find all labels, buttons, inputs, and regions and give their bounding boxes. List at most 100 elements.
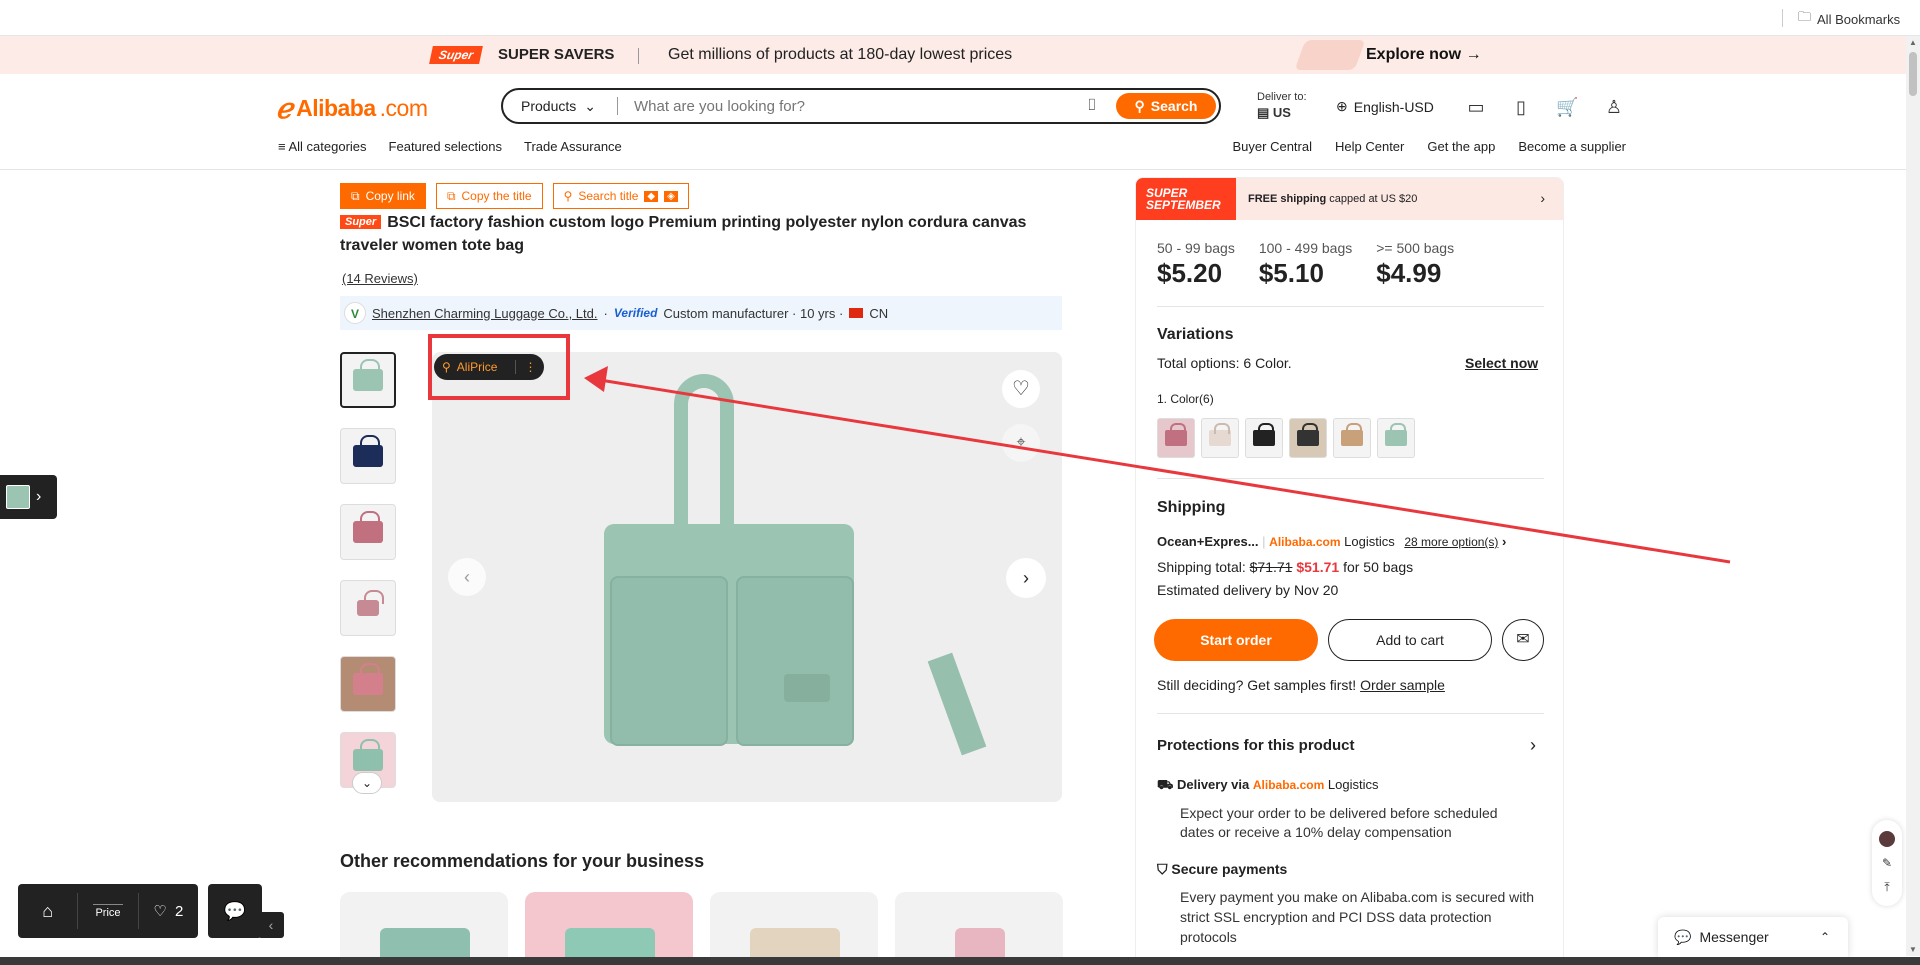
nav-all-categories[interactable]: ≡ All categories	[278, 139, 367, 154]
promo-banner[interactable]: Super SUPER SAVERS Get millions of produ…	[0, 36, 1906, 74]
contact-supplier-mail-icon[interactable]: ✉	[1502, 619, 1544, 661]
search-category-select[interactable]: Products ⌄	[503, 97, 618, 115]
cart-icon[interactable]: 🛒	[1556, 96, 1578, 118]
user-avatar[interactable]	[1879, 830, 1895, 847]
supplier-name-link[interactable]: Shenzhen Charming Luggage Co., Ltd.	[372, 306, 598, 321]
recommendation-card[interactable]	[895, 892, 1063, 965]
messenger-widget[interactable]: 💬 Messenger ⌃	[1658, 917, 1848, 957]
tier-quantity: >= 500 bags	[1376, 240, 1455, 256]
copy-icon: ⧉	[446, 188, 456, 203]
favorites-button[interactable]: ♡ 2	[139, 893, 198, 929]
home-icon[interactable]: ⌂	[18, 893, 79, 929]
deliver-to[interactable]: Deliver to: ▤ US	[1257, 90, 1307, 120]
protections-title[interactable]: Protections for this product	[1157, 737, 1355, 754]
next-image-button[interactable]: ›	[1006, 558, 1046, 598]
color-swatch-black-2[interactable]	[1289, 418, 1327, 458]
scrollbar-thumb[interactable]	[1909, 52, 1917, 96]
bag-strap	[927, 652, 987, 756]
scroll-down-icon[interactable]: ▼	[1909, 945, 1917, 954]
search-category-label: Products	[521, 98, 577, 114]
language-selector[interactable]: ⊕ English-USD	[1336, 98, 1434, 115]
more-options-link[interactable]: 28 more option(s)	[1404, 535, 1498, 549]
copy-link-button[interactable]: ⧉ Copy link	[340, 183, 426, 209]
promo-message: Get millions of products at 180-day lowe…	[668, 46, 1013, 63]
image-search-icon[interactable]: ⌖	[1002, 424, 1040, 462]
alibaba-logo[interactable]: ℯ Alibaba .com	[276, 92, 428, 125]
super-september-banner[interactable]: SUPER SEPTEMBER FREE shipping capped at …	[1136, 178, 1563, 220]
site-logo-icon-2[interactable]: ◈	[664, 190, 678, 202]
supplier-meta: Custom manufacturer · 10 yrs ·	[663, 305, 844, 321]
thumbnail-3[interactable]	[340, 504, 396, 560]
all-bookmarks-label: All Bookmarks	[1817, 11, 1901, 27]
thumbnail-scroll-down[interactable]: ⌄	[352, 772, 382, 794]
collapse-arrow-icon[interactable]: ‹	[258, 912, 284, 938]
recommendation-card[interactable]	[525, 892, 693, 965]
shipping-method-row[interactable]: Ocean+Expres... | Alibaba.com Logistics …	[1157, 534, 1537, 549]
thumbnail-2[interactable]	[340, 428, 396, 484]
nav-featured-selections[interactable]: Featured selections	[389, 139, 502, 154]
shipping-new-price: $51.71	[1296, 559, 1340, 575]
color-swatch-khaki[interactable]	[1333, 418, 1371, 458]
camera-search-icon[interactable]: ⌷	[1087, 97, 1097, 115]
orders-icon[interactable]: ▯	[1510, 96, 1532, 118]
scroll-up-icon[interactable]: ▲	[1909, 38, 1917, 47]
nav-become-supplier[interactable]: Become a supplier	[1518, 139, 1626, 154]
total-options-value: 6 Color.	[1243, 355, 1292, 371]
price-history-button[interactable]: Price	[78, 893, 139, 929]
site-logo-icon[interactable]: ◆	[644, 190, 659, 202]
recommendation-card[interactable]	[710, 892, 878, 965]
color-swatch-green[interactable]	[1377, 418, 1415, 458]
thumbnail-5[interactable]	[340, 656, 396, 712]
feedback-icon[interactable]: ✎	[1882, 856, 1892, 870]
thumbnail-4[interactable]	[340, 580, 396, 636]
chevron-right-icon[interactable]: ›	[1530, 735, 1536, 756]
nav-trade-assurance[interactable]: Trade Assurance	[524, 139, 622, 154]
recently-viewed-tab[interactable]: ›	[0, 475, 57, 519]
product-title: Super BSCI factory fashion custom logo Pr…	[340, 211, 1070, 257]
page-scrollbar[interactable]: ▲ ▼	[1906, 36, 1920, 956]
messages-icon[interactable]: ▭	[1465, 96, 1487, 118]
start-order-button[interactable]: Start order	[1154, 619, 1318, 661]
logistics-word: Logistics	[1344, 534, 1395, 549]
main-product-image[interactable]: ♡ ⌖ ‹ ›	[432, 352, 1062, 802]
color-swatch-pink[interactable]	[1157, 418, 1195, 458]
prev-image-button[interactable]: ‹	[448, 558, 486, 596]
thumbnail-1[interactable]	[340, 352, 396, 408]
reviews-link[interactable]: (14 Reviews)	[342, 271, 418, 286]
all-bookmarks-button[interactable]: 🗀 All Bookmarks	[1798, 8, 1900, 30]
select-now-link[interactable]: Select now	[1465, 355, 1538, 371]
back-to-top-icon[interactable]: ⤒	[1884, 880, 1889, 895]
tote-bag-image	[604, 374, 987, 756]
search-input[interactable]	[634, 97, 1074, 115]
order-sample-link[interactable]: Order sample	[1360, 677, 1445, 693]
extension-toolbar: ⧉ Copy link ⧉ Copy the title ⚲ Search ti…	[340, 183, 689, 209]
deliver-country: US	[1272, 105, 1291, 120]
nav-help-center[interactable]: Help Center	[1335, 139, 1404, 154]
search-button[interactable]: ⚲ Search	[1116, 93, 1216, 119]
chevron-right-icon: ›	[1540, 190, 1545, 206]
nav-buyer-central[interactable]: Buyer Central	[1233, 139, 1312, 154]
variations-title: Variations	[1157, 326, 1234, 343]
color-swatch-black[interactable]	[1245, 418, 1283, 458]
supplier-bar: V Shenzhen Charming Luggage Co., Ltd. · …	[340, 296, 1062, 330]
search-title-button[interactable]: ⚲ Search title ◆ ◈	[552, 183, 689, 209]
bookmarks-bar: 🗀 All Bookmarks	[0, 0, 1920, 36]
super-logo: Super	[429, 46, 483, 64]
recommendation-card[interactable]	[340, 892, 508, 965]
chat-icon[interactable]: 💬	[208, 884, 262, 938]
explore-now-link[interactable]: Explore now →	[1366, 46, 1482, 64]
copy-title-button[interactable]: ⧉ Copy the title	[435, 183, 543, 209]
secure-payments: ⛉ Secure payments	[1157, 861, 1287, 878]
tier-price: $5.20	[1157, 258, 1223, 288]
delivery-protection: ⛟ Delivery via Alibaba.com Logistics	[1157, 777, 1378, 795]
color-swatch-beige[interactable]	[1201, 418, 1239, 458]
nav-get-app[interactable]: Get the app	[1427, 139, 1495, 154]
favorite-heart-icon[interactable]: ♡	[1002, 370, 1040, 408]
copy-icon: ⧉	[351, 188, 360, 203]
brand-name: Alibaba	[296, 95, 376, 121]
account-icon[interactable]: ♙	[1603, 96, 1625, 118]
shipping-old-price: $71.71	[1249, 559, 1293, 575]
add-to-cart-button[interactable]: Add to cart	[1328, 619, 1492, 661]
divider	[1157, 306, 1544, 307]
sample-prompt: Still deciding? Get samples first! Order…	[1157, 677, 1445, 693]
